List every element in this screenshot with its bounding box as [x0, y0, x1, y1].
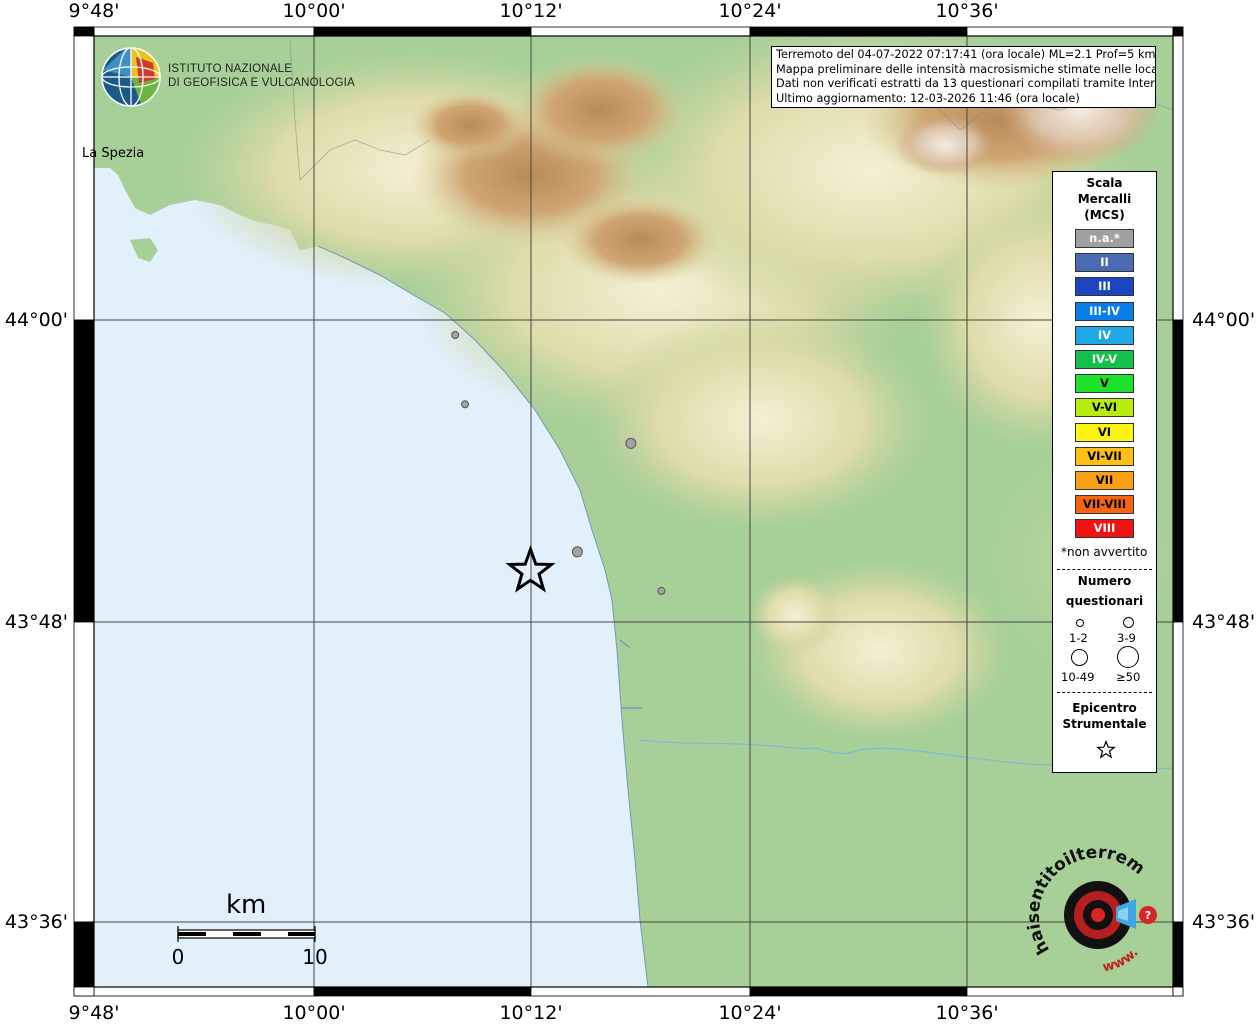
axis-bottom-label-0: 9°48' [68, 1002, 120, 1024]
axis-right-label-0: 44°00' [1192, 309, 1256, 331]
info-line-data: Dati non verificati estratti da 13 quest… [776, 77, 1156, 90]
count-circle-1-2 [1076, 619, 1084, 627]
legend-star-icon [1096, 740, 1116, 759]
institute-name-line2: DI GEOFISICA E VULCANOLOGIA [168, 76, 355, 89]
frame-left-seg [73, 35, 95, 321]
frame-top-seg [93, 26, 315, 37]
scale-label-end: 10 [302, 945, 328, 969]
info-line-updated: Ultimo aggiornamento: 12-03-2026 11:46 (… [776, 91, 1080, 105]
axis-bottom-label-3: 10°24' [718, 1002, 782, 1024]
info-line-event: Terremoto del 04-07-2022 07:17:41 (ora l… [776, 48, 1156, 61]
legend-count-title2: questionari [1065, 594, 1144, 608]
axis-top-label-3: 10°24' [718, 0, 782, 22]
count-label-10-49: 10-49 [1061, 670, 1095, 684]
legend-swatch-n-a-: n.a.* [1075, 229, 1134, 248]
legend-divider-2 [1057, 692, 1152, 693]
axis-top-label-1: 10°00' [282, 0, 346, 22]
frame-right-seg [1172, 35, 1184, 321]
macroseismic-map: ? haisentitoilterremoto.it www. 9°48'10°… [0, 0, 1257, 1024]
legend-swatch-vii-viii: VII-VIII [1075, 495, 1134, 515]
axis-bottom-label-2: 10°12' [499, 1002, 563, 1024]
legend-swatch-iii-iv: III-IV [1075, 301, 1134, 321]
legend-swatch-iv-v: IV-V [1075, 350, 1134, 369]
legend-panel: Scala Mercalli (MCS) n.a.* II III III-IV IV I… [1052, 171, 1157, 773]
scale-bar-title: km [226, 890, 267, 920]
legend-epicenter-title2: Strumentale [1062, 717, 1147, 731]
axis-top-label-4: 10°36' [935, 0, 999, 22]
frame-left-seg [73, 921, 95, 988]
axis-right-label-2: 43°36' [1192, 911, 1256, 933]
frame-right-seg [1172, 621, 1184, 923]
legend-divider [1057, 569, 1152, 570]
institute-name: ISTITUTO NAZIONALE DI GEOFISICA E VULCAN… [168, 63, 355, 90]
axis-right-label-1: 43°48' [1192, 611, 1256, 633]
legend-title-line3: (MCS) [1084, 208, 1125, 222]
frame-right-seg [1172, 986, 1184, 997]
count-label-50-plus: ≥50 [1116, 670, 1141, 684]
axis-top-label-0: 9°48' [68, 0, 120, 22]
event-info-box: Terremoto del 04-07-2022 07:17:41 (ora l… [771, 46, 1156, 108]
legend-title-line2: Mercalli [1077, 192, 1132, 206]
count-label-1-2: 1-2 [1069, 631, 1088, 645]
frame-bottom-seg [966, 986, 1174, 997]
axis-bottom-label-4: 10°36' [935, 1002, 999, 1024]
axis-left-label-2: 43°36' [4, 911, 68, 933]
axis-bottom-label-1: 10°00' [282, 1002, 346, 1024]
info-line-map: Mappa preliminare delle intensità macros… [776, 62, 1156, 76]
count-label-3-9: 3-9 [1117, 631, 1136, 645]
legend-count-title1: Numero [1077, 574, 1132, 588]
frame-top-seg [313, 26, 532, 37]
frame-left-seg [73, 986, 95, 997]
frame-right-seg [1172, 26, 1184, 37]
legend-swatch-iv: IV [1075, 325, 1134, 345]
count-circle-10-49 [1071, 649, 1088, 666]
legend-swatch-viii: VIII [1075, 519, 1134, 539]
legend-not-felt-note: *non avvertito [1061, 545, 1148, 559]
legend-swatch-vi-vii: VI-VII [1075, 446, 1134, 466]
axis-top-label-2: 10°12' [499, 0, 563, 22]
felt-report-dot[interactable] [657, 586, 666, 595]
frame-bottom-seg [93, 986, 315, 997]
axis-left-label-1: 43°48' [4, 611, 68, 633]
frame-bottom-seg [313, 986, 532, 997]
frame-left-seg [73, 319, 95, 623]
count-circle-3-9 [1123, 617, 1134, 628]
frame-top-seg [749, 26, 968, 37]
frame-right-seg [1172, 921, 1184, 988]
institute-name-line1: ISTITUTO NAZIONALE [168, 63, 293, 75]
frame-top-seg [966, 26, 1174, 37]
map-content [94, 36, 1173, 987]
felt-report-dot[interactable] [571, 546, 583, 558]
legend-swatch-vi: VI [1075, 422, 1134, 442]
legend-swatch-v-vi: V-VI [1075, 398, 1134, 418]
frame-bottom-seg [530, 986, 751, 997]
felt-report-dot[interactable] [451, 331, 460, 339]
legend-epicenter-title1: Epicentro [1072, 701, 1137, 715]
legend-swatch-vii: VII [1075, 471, 1134, 490]
legend-swatch-ii: II [1075, 253, 1134, 273]
frame-bottom-seg [749, 986, 968, 997]
frame-left-seg [73, 26, 95, 37]
place-label-la-spezia: La Spezia [82, 146, 145, 161]
count-circle-50-plus [1117, 646, 1139, 668]
svg-text:?: ? [1145, 909, 1151, 922]
axis-left-label-0: 44°00' [4, 309, 68, 331]
legend-title-line1: Scala [1086, 176, 1123, 190]
legend-swatch-v: V [1075, 374, 1134, 394]
frame-left-seg [73, 621, 95, 923]
ingv-globe-icon [101, 47, 161, 107]
frame-right-seg [1172, 319, 1184, 623]
scale-label-start: 0 [171, 945, 185, 969]
felt-report-dot[interactable] [461, 400, 469, 409]
frame-top-seg [530, 26, 751, 37]
legend-swatch-iii: III [1075, 277, 1134, 297]
felt-report-dot[interactable] [625, 437, 637, 449]
